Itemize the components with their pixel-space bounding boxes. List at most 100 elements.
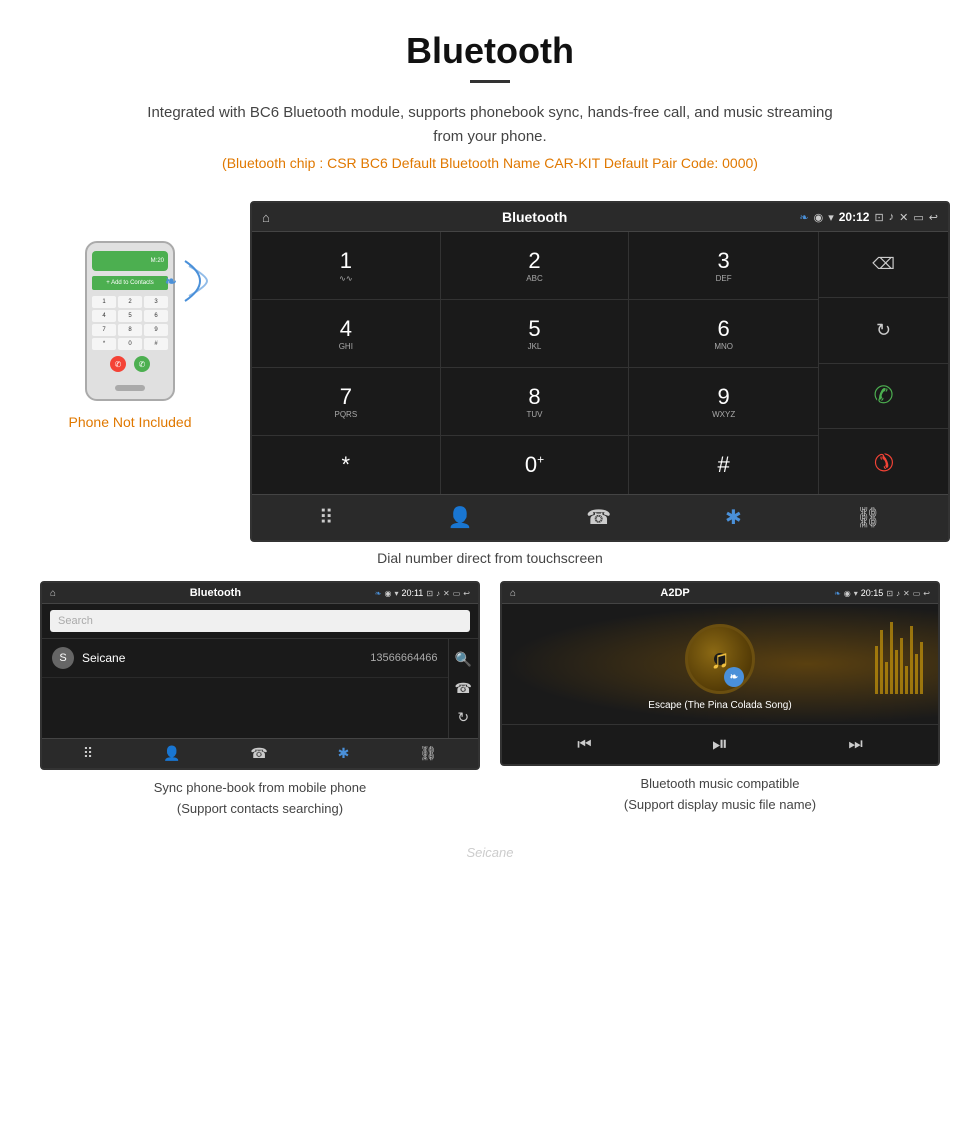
page-header: Bluetooth Integrated with BC6 Bluetooth … [0, 0, 980, 191]
dial-key-5[interactable]: 5JKL [441, 300, 630, 367]
phonebook-header: ⌂ Bluetooth ❧ ◉ ▾ 20:11 ⊡ ♪ ✕ ▭ ↩ [42, 583, 478, 604]
contact-row-seicane[interactable]: S Seicane 13566664466 [42, 639, 448, 678]
rect-icon-header: ▭ [913, 211, 923, 224]
nav-link[interactable]: ⛓ [856, 505, 881, 530]
dialpad-right-panel: ⌫ ↻ ✆ ✆ [818, 232, 948, 494]
dial-key-9[interactable]: 9WXYZ [629, 368, 818, 435]
signal-icon-pb: ▾ [394, 589, 398, 598]
dial-key-1[interactable]: 1∿∿ [252, 232, 441, 299]
pb-nav-contacts[interactable]: 👤 [163, 745, 180, 762]
next-button[interactable]: ⏭ [848, 736, 862, 754]
bt-icon-pb: ❧ [375, 589, 382, 598]
dial-caption: Dial number direct from touchscreen [0, 542, 980, 581]
phonebook-right-icons: 🔍 ☎ ↻ [448, 639, 478, 738]
phonebook-caption: Sync phone-book from mobile phone (Suppo… [40, 770, 480, 825]
phonebook-list: S Seicane 13566664466 [42, 639, 448, 738]
nav-phone[interactable]: ☎ [586, 505, 611, 530]
back-icon-header[interactable]: ↩ [929, 211, 938, 224]
music-header-left: ⌂ [510, 588, 516, 599]
dial-key-hash[interactable]: # [629, 436, 818, 494]
dialpad-keys: 1∿∿ 2ABC 3DEF 4GHI 5JKL [252, 232, 818, 494]
refresh-button[interactable]: ↻ [819, 298, 948, 364]
phonebook-main: S Seicane 13566664466 🔍 ☎ ↻ [42, 639, 478, 738]
dial-row-3: 7PQRS 8TUV 9WXYZ [252, 368, 818, 436]
x-icon-music: ✕ [903, 589, 910, 598]
play-pause-button[interactable]: ⏯ [712, 733, 728, 756]
pb-search-icon[interactable]: 🔍 [455, 645, 472, 674]
phone-home-button [115, 385, 145, 391]
backspace-button[interactable]: ⌫ [819, 232, 948, 298]
volume-icon-header: ♪ [889, 211, 895, 223]
loc-icon-music: ◉ [844, 589, 851, 598]
dial-key-4[interactable]: 4GHI [252, 300, 441, 367]
car-screen-title: Bluetooth [270, 209, 800, 225]
nav-contacts[interactable]: 👤 [447, 505, 472, 530]
phonebook-item: ⌂ Bluetooth ❧ ◉ ▾ 20:11 ⊡ ♪ ✕ ▭ ↩ S [30, 581, 490, 825]
pb-nav-dialpad[interactable]: ⠿ [83, 745, 93, 762]
music-controls: ⏮ ⏯ ⏭ [502, 724, 938, 764]
music-item: ⌂ A2DP ❧ ◉ ▾ 20:15 ⊡ ♪ ✕ ▭ ↩ [490, 581, 950, 825]
phonebook-screen-title: Bluetooth [190, 587, 241, 599]
bottom-row: ⌂ Bluetooth ❧ ◉ ▾ 20:11 ⊡ ♪ ✕ ▭ ↩ S [0, 581, 980, 825]
music-header: ⌂ A2DP ❧ ◉ ▾ 20:15 ⊡ ♪ ✕ ▭ ↩ [502, 583, 938, 604]
bluetooth-specs: (Bluetooth chip : CSR BC6 Default Blueto… [20, 155, 960, 171]
pb-refresh-icon[interactable]: ↻ [455, 703, 472, 732]
phonebook-caption-line2: (Support contacts searching) [177, 801, 343, 816]
music-caption-line1: Bluetooth music compatible [641, 776, 800, 791]
back-icon-music[interactable]: ↩ [923, 589, 930, 598]
dial-key-2[interactable]: 2ABC [441, 232, 630, 299]
loc-icon-pb: ◉ [384, 589, 391, 598]
camera-icon-header: ⊡ [874, 211, 883, 224]
search-box[interactable]: Search [50, 610, 470, 632]
dial-row-2: 4GHI 5JKL 6MNO [252, 300, 818, 368]
car-bottom-nav: ⠿ 👤 ☎ ✱ ⛓ [252, 494, 948, 540]
dial-key-8[interactable]: 8TUV [441, 368, 630, 435]
dialpad-area: 1∿∿ 2ABC 3DEF 4GHI 5JKL [252, 232, 948, 494]
pb-nav-link[interactable]: ⛓ [419, 745, 437, 762]
dial-key-star[interactable]: * [252, 436, 441, 494]
music-screen-title: A2DP [660, 587, 689, 599]
dial-key-6[interactable]: 6MNO [629, 300, 818, 367]
contact-number: 13566664466 [370, 652, 437, 664]
phonebook-time: 20:11 [401, 588, 423, 598]
phonebook-header-left: ⌂ [50, 588, 56, 599]
contact-avatar: S [52, 647, 74, 669]
music-caption: Bluetooth music compatible (Support disp… [500, 766, 940, 821]
phonebook-bottom-nav: ⠿ 👤 ☎ ✱ ⛓ [42, 738, 478, 768]
back-icon-pb[interactable]: ↩ [463, 589, 470, 598]
bt-icon-music: ❧ [834, 589, 841, 598]
dial-section: ❧ M:20 + Add to Contacts 123 456 789 *0# [0, 191, 980, 542]
bluetooth-waves: ❧ [155, 251, 215, 316]
nav-bluetooth-symbol[interactable]: ✱ [725, 505, 742, 530]
dial-key-3[interactable]: 3DEF [629, 232, 818, 299]
pb-call-icon[interactable]: ☎ [455, 674, 472, 703]
pb-nav-bt[interactable]: ✱ [338, 745, 350, 762]
x-icon-pb: ✕ [443, 589, 450, 598]
home-icon-music[interactable]: ⌂ [510, 588, 516, 599]
header-time: 20:12 [839, 210, 870, 224]
signal-icon-music: ▾ [854, 589, 858, 598]
close-icon-header: ✕ [899, 211, 908, 224]
cam-icon-music: ⊡ [886, 589, 893, 598]
phone-not-included-label: Phone Not Included [30, 414, 230, 430]
pb-nav-phone[interactable]: ☎ [250, 745, 267, 762]
nav-dialpad[interactable]: ⠿ [319, 505, 334, 530]
home-icon-pb[interactable]: ⌂ [50, 588, 56, 599]
dial-row-4: * 0+ # [252, 436, 818, 494]
phone-illustration: ❧ M:20 + Add to Contacts 123 456 789 *0# [30, 201, 230, 430]
phonebook-screen: ⌂ Bluetooth ❧ ◉ ▾ 20:11 ⊡ ♪ ✕ ▭ ↩ S [40, 581, 480, 770]
rect-icon-music: ▭ [913, 589, 921, 598]
header-left-icons: ⌂ [262, 210, 270, 225]
music-time: 20:15 [861, 588, 884, 598]
prev-button[interactable]: ⏮ [577, 736, 591, 754]
home-icon[interactable]: ⌂ [262, 210, 270, 225]
music-screen: ⌂ A2DP ❧ ◉ ▾ 20:15 ⊡ ♪ ✕ ▭ ↩ [500, 581, 940, 766]
phonebook-search-area: Search [42, 604, 478, 639]
vol-icon-pb: ♪ [436, 589, 440, 598]
dial-key-7[interactable]: 7PQRS [252, 368, 441, 435]
end-call-button[interactable]: ✆ [819, 429, 948, 494]
dial-row-1: 1∿∿ 2ABC 3DEF [252, 232, 818, 300]
dial-key-0[interactable]: 0+ [441, 436, 630, 494]
contact-name: Seicane [82, 651, 370, 665]
call-button[interactable]: ✆ [819, 364, 948, 430]
